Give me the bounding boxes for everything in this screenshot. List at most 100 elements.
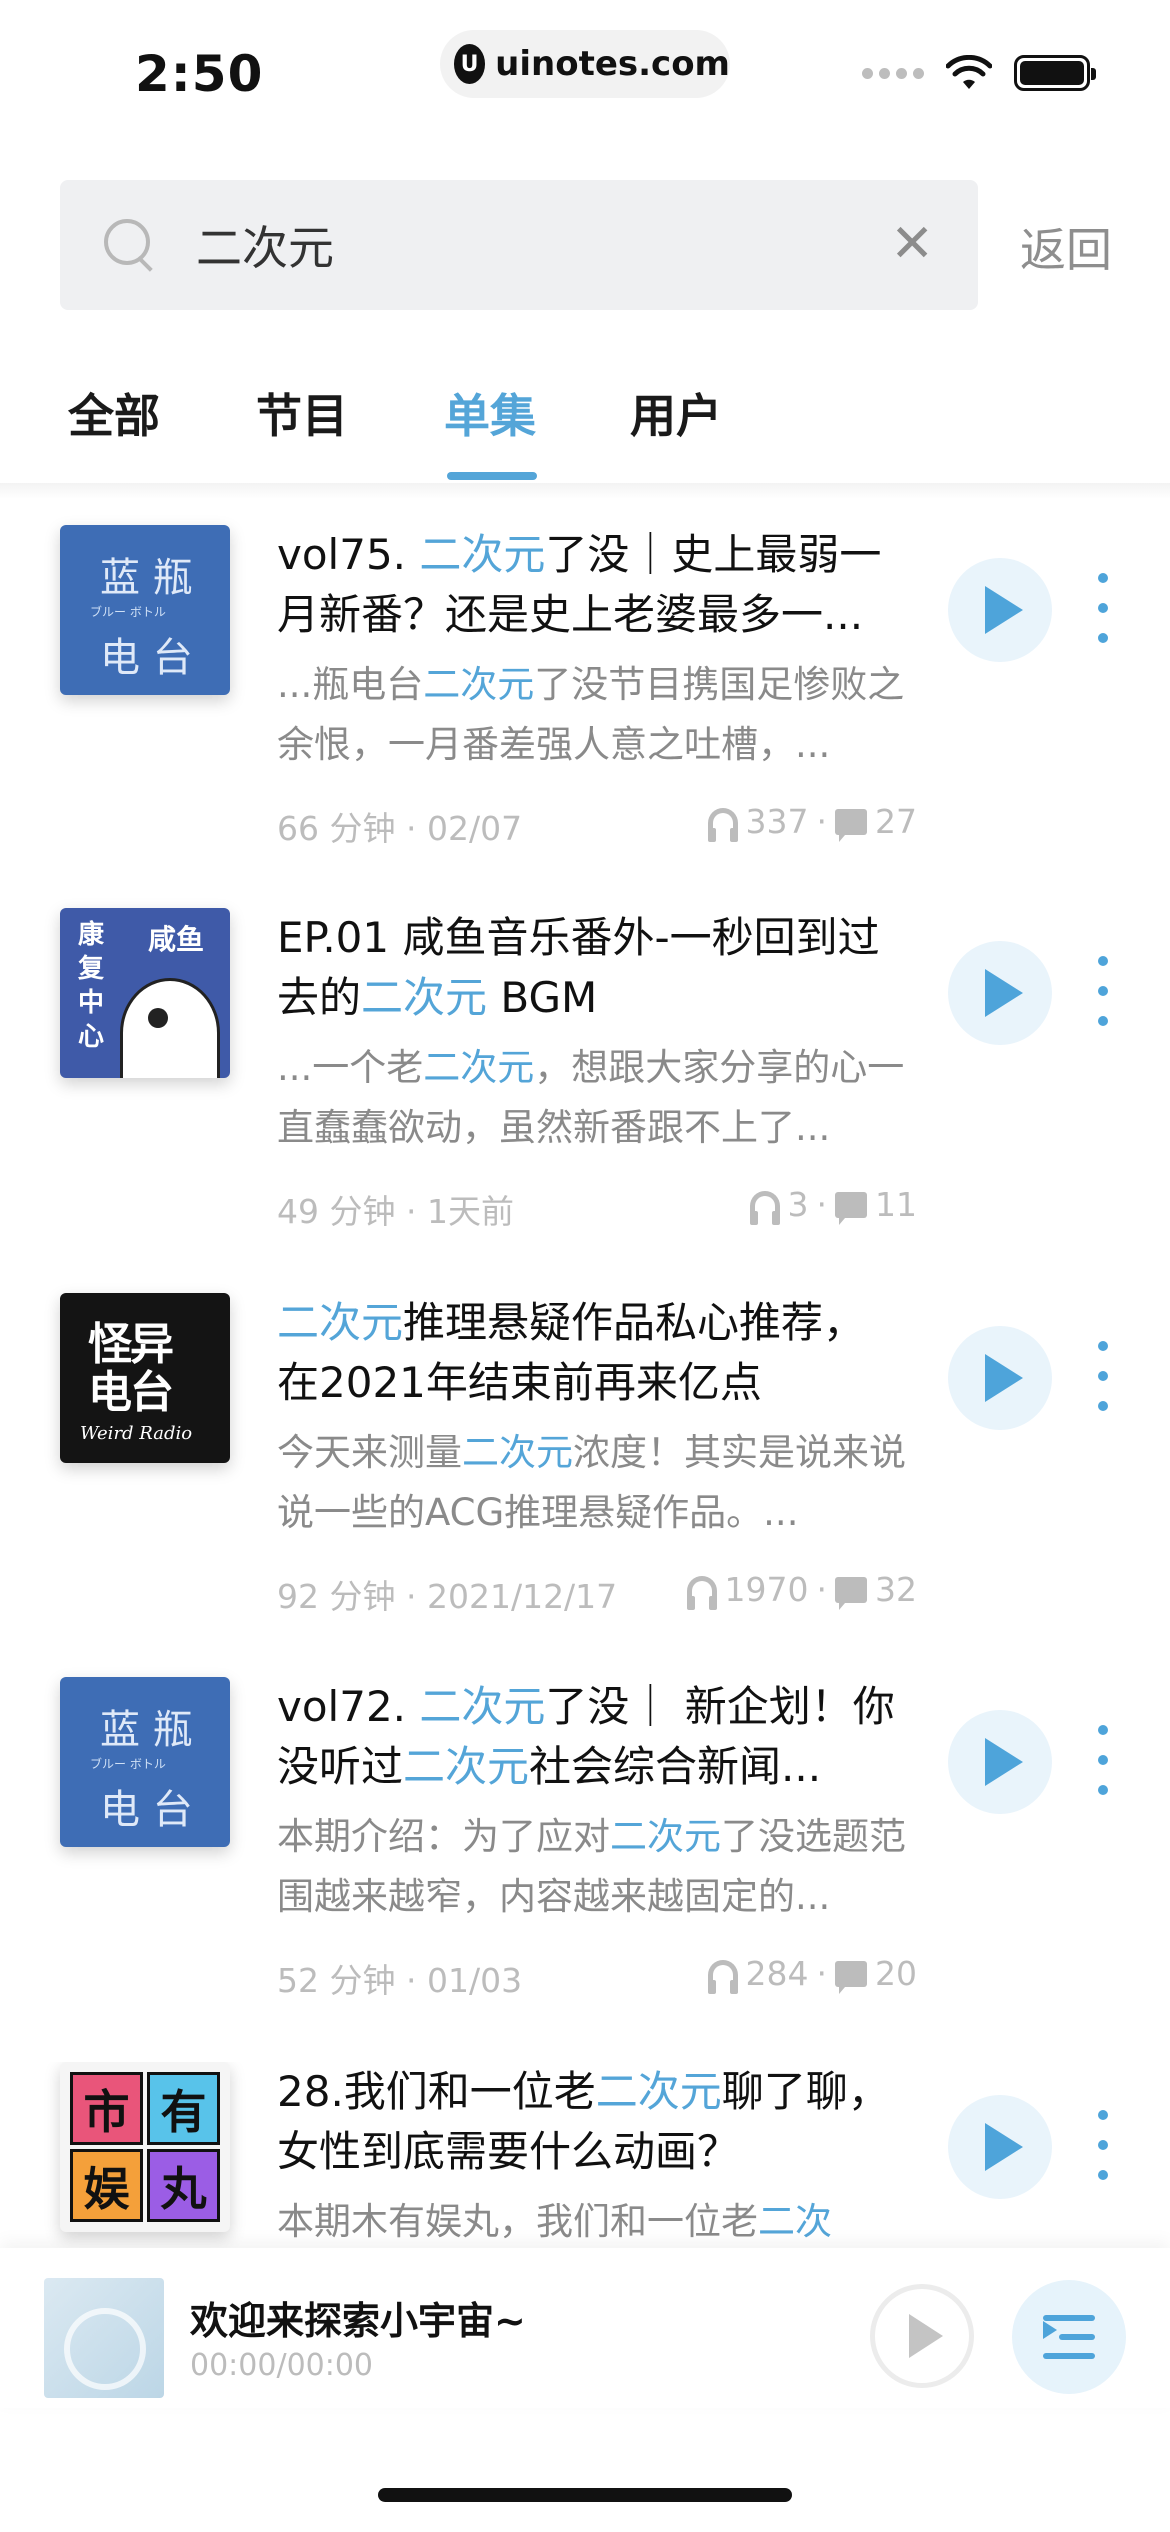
more-options-button[interactable]	[1096, 2110, 1110, 2180]
play-count: 3	[787, 1185, 809, 1224]
play-button[interactable]	[948, 2095, 1052, 2199]
cover-text: 电 台	[100, 635, 193, 681]
episode-description: 今天来测量二次元浓度！其实是说来说说一些的ACG推理悬疑作品。...	[277, 1431, 906, 1534]
active-tab-indicator	[447, 472, 537, 480]
comment-count: 27	[875, 802, 917, 841]
comment-count: 20	[875, 1954, 917, 1993]
play-icon	[985, 1354, 1023, 1402]
cover-text: 丸	[147, 2149, 220, 2222]
episode-stats: 284 · 20	[707, 1954, 917, 1994]
cover-text: 有	[147, 2072, 220, 2145]
wifi-icon	[946, 55, 992, 89]
cover-small-text: ブルー ボトル	[90, 1757, 166, 1771]
more-options-button[interactable]	[1096, 956, 1110, 1026]
play-button[interactable]	[948, 1326, 1052, 1430]
episode-title[interactable]: vol75. 二次元了没｜史上最弱一月新番？还是史上老婆最多一...	[277, 525, 917, 649]
playlist-button[interactable]	[1012, 2280, 1126, 2394]
episode-description: 本期木有娱丸，我们和一位老二次	[277, 2200, 832, 2243]
cover-text: 娱	[70, 2149, 143, 2222]
episode-meta: 49 分钟 · 1天前	[277, 1192, 514, 1231]
episode-item[interactable]: 蓝 瓶 电 台 ブルー ボトル vol72. 二次元了没｜ 新企划！你没听过二次…	[0, 1677, 1170, 2061]
play-button[interactable]	[948, 558, 1052, 662]
cover-text: 市	[70, 2072, 143, 2145]
home-indicator	[378, 2488, 792, 2502]
cover-text: 康复中心	[78, 920, 105, 1052]
now-playing-time: 00:00/00:00	[190, 2348, 374, 2383]
status-bar: 2:50 U uinotes.com	[0, 0, 1170, 150]
play-count: 1970	[724, 1570, 809, 1609]
cover-text: 蓝 瓶	[100, 555, 193, 601]
episode-meta: 92 分钟 · 2021/12/17	[277, 1577, 618, 1616]
cover-text: 电 台	[100, 1787, 193, 1833]
clear-search-button[interactable]: ✕	[890, 218, 934, 270]
playlist-icon	[1043, 2315, 1095, 2359]
comment-icon	[835, 1576, 867, 1610]
comment-count: 32	[875, 1570, 917, 1609]
headphone-icon	[686, 1575, 717, 1610]
search-icon	[104, 219, 156, 271]
cover-text: 咸鱼	[148, 923, 205, 956]
episode-description: ...瓶电台二次元了没节目携国足惨败之余恨，一月番差强人意之吐槽，...	[277, 663, 905, 766]
episode-cover: 市 有 娱 丸	[60, 2062, 230, 2232]
episode-title[interactable]: vol72. 二次元了没｜ 新企划！你没听过二次元社会综合新闻...	[277, 1677, 917, 1801]
site-logo-icon: U	[454, 44, 486, 84]
episode-item[interactable]: 康复中心 咸鱼 EP.01 咸鱼音乐番外-一秒回到过去的二次元 BGM ...一…	[0, 908, 1170, 1292]
mini-play-button[interactable]	[870, 2284, 974, 2388]
episode-item[interactable]: 蓝 瓶 电 台 ブルー ボトル vol75. 二次元了没｜史上最弱一月新番？还是…	[0, 525, 1170, 909]
tab-episodes[interactable]: 单集	[444, 380, 536, 446]
episode-stats: 1970 · 32	[686, 1570, 917, 1610]
episode-description: ...一个老二次元，想跟大家分享的心一直蠢蠢欲动，虽然新番跟不上了...	[277, 1046, 905, 1149]
tab-bar: 全部 节目 单集 用户	[0, 380, 1170, 480]
headphone-icon	[707, 1959, 738, 1994]
now-playing-title: 欢迎来探索小宇宙~	[190, 2299, 526, 2343]
tab-users[interactable]: 用户	[630, 380, 722, 446]
status-icons	[862, 55, 1096, 91]
episode-description: 本期介绍：为了应对二次元了没选题范围越来越窄，内容越来越固定的...	[277, 1815, 906, 1918]
cover-small-text: ブルー ボトル	[90, 605, 166, 619]
tab-all[interactable]: 全部	[68, 380, 160, 446]
cover-script-text: Weird Radio	[80, 1423, 193, 1444]
episode-stats: 3 · 11	[749, 1185, 917, 1225]
search-input[interactable]	[196, 218, 816, 272]
play-count: 337	[745, 802, 809, 841]
episode-item[interactable]: 市 有 娱 丸 28.我们和一位老二次元聊了聊，女性到底需要什么动画？ 本期木有…	[0, 2062, 1170, 2248]
battery-icon	[1014, 55, 1096, 91]
back-button[interactable]: 返回	[1020, 214, 1112, 280]
play-button[interactable]	[948, 1710, 1052, 1814]
play-button[interactable]	[948, 941, 1052, 1045]
search-box[interactable]: ✕	[60, 180, 978, 310]
comment-icon	[835, 808, 867, 842]
episode-meta: 52 分钟 · 01/03	[277, 1961, 523, 2000]
headphone-icon	[707, 807, 738, 842]
signal-icon	[862, 67, 924, 79]
url-pill: U uinotes.com	[440, 30, 730, 98]
more-options-button[interactable]	[1096, 1725, 1110, 1795]
now-playing-cover	[44, 2278, 164, 2398]
play-icon	[985, 586, 1023, 634]
episode-cover: 康复中心 咸鱼	[60, 908, 230, 1078]
episode-cover: 怪异电台 Weird Radio	[60, 1293, 230, 1463]
episode-cover: 蓝 瓶 电 台 ブルー ボトル	[60, 525, 230, 695]
episode-cover: 蓝 瓶 电 台 ブルー ボトル	[60, 1677, 230, 1847]
play-icon	[985, 969, 1023, 1017]
cover-text: 蓝 瓶	[100, 1707, 193, 1753]
play-icon	[909, 2314, 943, 2358]
tabs-divider	[0, 483, 1170, 499]
cover-text: 怪异电台	[88, 1319, 174, 1418]
play-count: 284	[745, 1954, 809, 1993]
more-options-button[interactable]	[1096, 1341, 1110, 1411]
episode-stats: 337 · 27	[707, 802, 917, 842]
episode-title[interactable]: EP.01 咸鱼音乐番外-一秒回到过去的二次元 BGM	[277, 908, 917, 1032]
play-icon	[985, 2123, 1023, 2171]
tab-programs[interactable]: 节目	[256, 380, 348, 446]
headphone-icon	[749, 1190, 780, 1225]
status-time: 2:50	[135, 45, 264, 103]
episode-meta: 66 分钟 · 02/07	[277, 809, 523, 848]
episode-title[interactable]: 二次元推理悬疑作品私心推荐， 在2021年结束前再来亿点	[277, 1293, 917, 1417]
episode-title[interactable]: 28.我们和一位老二次元聊了聊，女性到底需要什么动画？	[277, 2062, 917, 2186]
url-text: uinotes.com	[495, 44, 730, 84]
comment-icon	[835, 1960, 867, 1994]
more-options-button[interactable]	[1096, 573, 1110, 643]
episode-item[interactable]: 怪异电台 Weird Radio 二次元推理悬疑作品私心推荐， 在2021年结束…	[0, 1293, 1170, 1677]
mini-player[interactable]: 欢迎来探索小宇宙~ 00:00/00:00	[0, 2248, 1170, 2408]
